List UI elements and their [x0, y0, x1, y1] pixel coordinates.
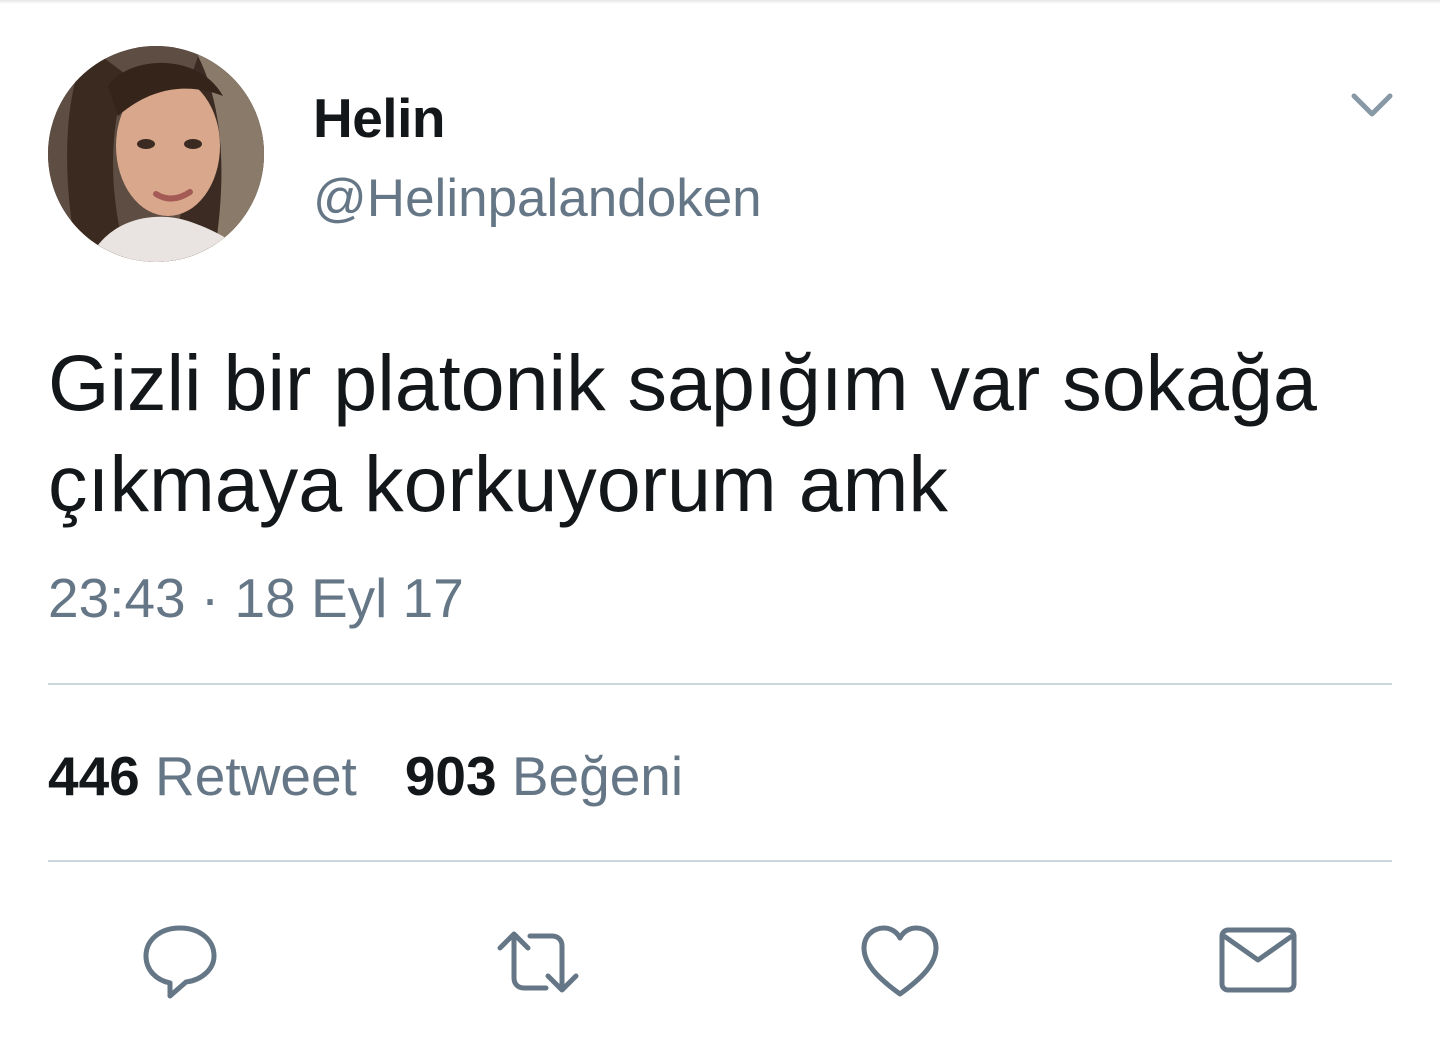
- tweet-text: Gizli bir platonik sapığım var sokağa çı…: [48, 338, 1317, 528]
- top-edge-shadow: [0, 0, 1440, 4]
- retweet-count: 446: [48, 745, 140, 807]
- divider: [48, 683, 1392, 685]
- retweet-button[interactable]: [496, 920, 580, 1004]
- display-name[interactable]: Helin: [313, 86, 445, 150]
- direct-message-button[interactable]: [1216, 920, 1300, 1004]
- retweet-label: Retweet: [155, 745, 357, 807]
- tweet-timestamp[interactable]: 23:43 · 18 Eyl 17: [48, 566, 464, 630]
- retweets-stat[interactable]: 446 Retweet: [48, 744, 357, 808]
- chevron-down-icon[interactable]: [1348, 88, 1396, 122]
- retweet-icon: [497, 931, 579, 993]
- heart-icon: [861, 925, 939, 997]
- reply-button[interactable]: [138, 920, 222, 1004]
- tweet-stats: 446 Retweet 903 Beğeni: [48, 744, 731, 808]
- user-handle[interactable]: @Helinpalandoken: [313, 168, 762, 229]
- like-label: Beğeni: [511, 745, 684, 807]
- likes-stat[interactable]: 903 Beğeni: [405, 744, 683, 808]
- avatar-image: [48, 46, 264, 262]
- reply-icon: [143, 925, 217, 999]
- avatar[interactable]: [48, 46, 264, 262]
- like-button[interactable]: [858, 920, 942, 1004]
- divider: [48, 860, 1392, 862]
- envelope-icon: [1219, 927, 1297, 993]
- like-count: 903: [404, 745, 497, 807]
